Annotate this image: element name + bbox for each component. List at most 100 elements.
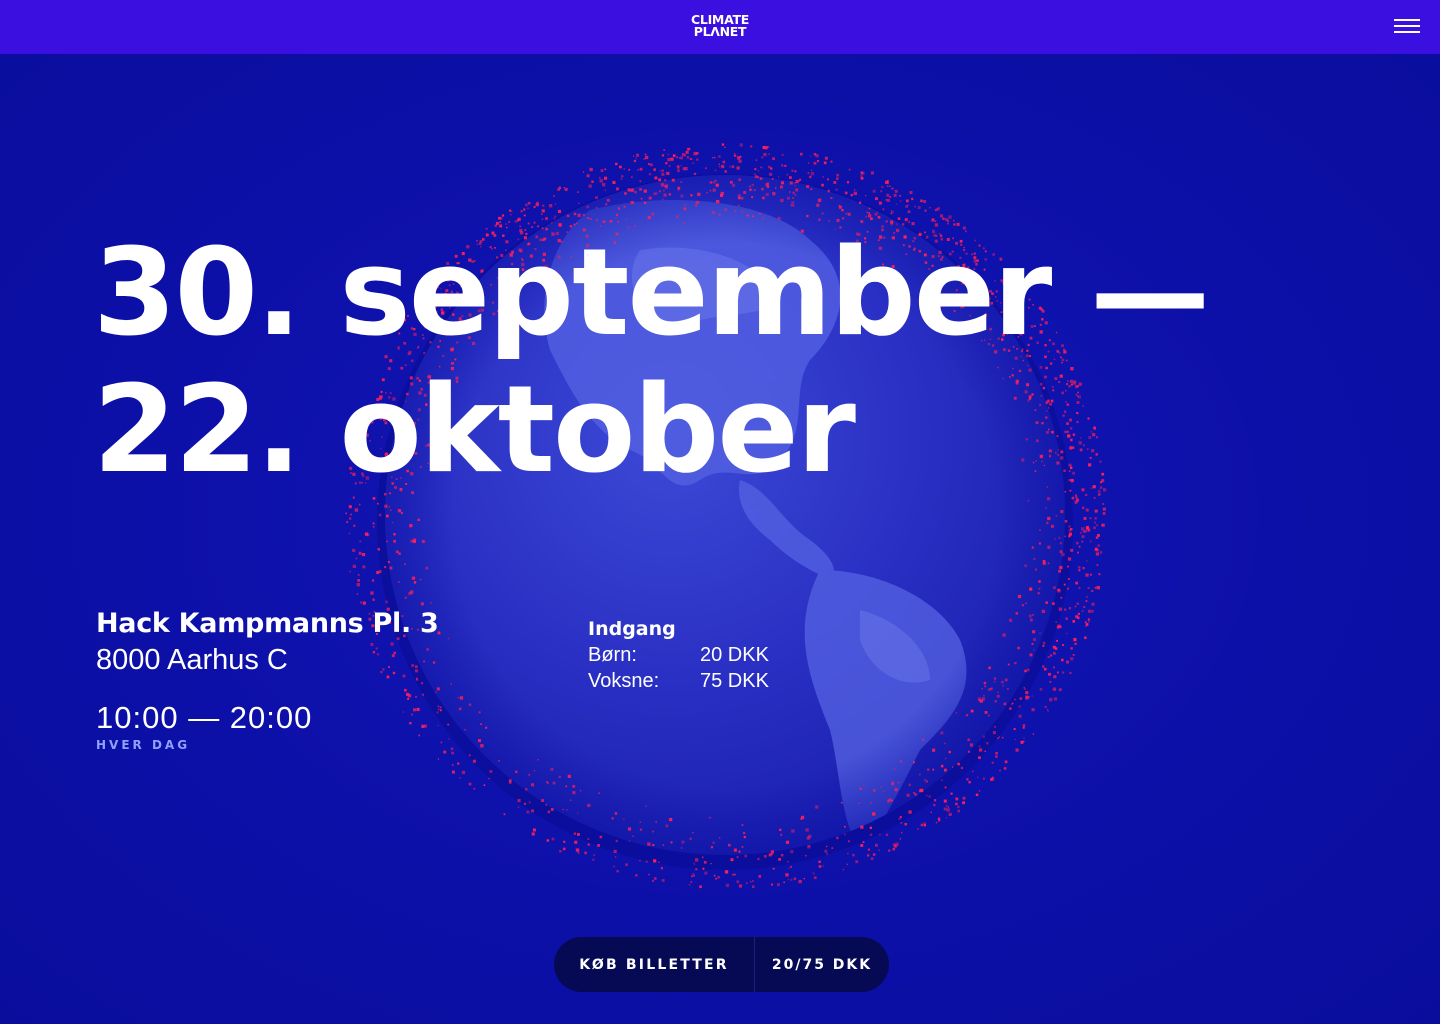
particle <box>882 208 885 211</box>
opening-hours-days: HVER DAG <box>96 738 191 752</box>
particle <box>1004 760 1008 764</box>
particle <box>508 781 512 784</box>
particle <box>499 221 502 223</box>
particle <box>803 878 805 880</box>
particle <box>840 801 843 804</box>
particle <box>942 217 945 220</box>
admission-row-adults: Voksne: 75 DKK <box>588 668 769 694</box>
particle <box>667 153 670 156</box>
particle <box>1047 516 1051 521</box>
particle <box>640 197 643 200</box>
climate-planet-logo[interactable]: CLIMATE PLΛNET <box>680 13 760 38</box>
particle <box>805 828 809 832</box>
particle <box>409 524 413 528</box>
particle <box>780 198 784 203</box>
particle <box>680 164 682 167</box>
particle <box>1083 605 1086 609</box>
particle <box>409 722 412 725</box>
particle <box>643 201 647 205</box>
particle <box>779 828 782 832</box>
particle <box>897 217 901 220</box>
particle <box>1033 557 1036 560</box>
particle <box>995 751 998 755</box>
particle <box>887 799 891 803</box>
particle <box>541 799 544 802</box>
particle <box>938 819 941 822</box>
particle <box>1017 646 1020 650</box>
particle <box>400 511 403 515</box>
particle <box>761 156 764 159</box>
particle <box>753 189 756 192</box>
particle <box>1018 714 1022 718</box>
particle <box>712 157 714 159</box>
particle <box>1062 644 1065 646</box>
particle <box>1070 548 1074 552</box>
particle <box>935 208 939 211</box>
particle <box>831 847 834 849</box>
particle <box>618 207 621 210</box>
particle <box>1060 625 1062 628</box>
particle <box>945 817 948 819</box>
particle <box>1085 623 1089 626</box>
particle <box>870 802 872 804</box>
particle <box>826 853 828 855</box>
particle <box>894 788 898 792</box>
particle <box>592 858 595 861</box>
particle <box>1060 596 1063 599</box>
particle <box>729 165 731 168</box>
particle <box>791 829 795 833</box>
particle <box>541 209 545 213</box>
particle <box>663 189 665 192</box>
particle <box>372 579 375 582</box>
particle <box>889 185 891 187</box>
particle <box>531 809 534 813</box>
particle <box>418 734 421 737</box>
particle <box>653 168 656 172</box>
particle <box>377 502 379 505</box>
particle <box>948 812 952 816</box>
particle <box>709 189 712 192</box>
particle <box>541 218 544 220</box>
particle <box>658 178 662 182</box>
particle <box>930 811 932 813</box>
particle <box>815 805 819 809</box>
particle <box>1024 688 1026 690</box>
particle <box>658 861 660 863</box>
particle <box>694 858 699 862</box>
particle <box>389 566 393 570</box>
particle <box>923 824 926 827</box>
particle <box>860 220 864 223</box>
particle <box>836 177 839 180</box>
particle <box>1094 549 1097 552</box>
particle <box>1096 586 1100 590</box>
particle <box>781 153 784 156</box>
particle <box>791 201 795 205</box>
particle <box>425 566 429 570</box>
particle <box>523 214 526 217</box>
particle <box>1047 545 1051 549</box>
particle <box>1087 618 1090 621</box>
particle <box>653 859 657 863</box>
particle <box>736 880 740 884</box>
particle <box>955 802 958 806</box>
particle <box>1045 601 1048 604</box>
particle <box>906 199 909 203</box>
particle <box>1086 525 1089 529</box>
particle <box>384 566 387 569</box>
particle <box>993 677 996 680</box>
particle <box>1076 541 1079 545</box>
hamburger-menu-icon[interactable] <box>1394 19 1420 35</box>
particle <box>685 151 687 153</box>
particle <box>557 209 561 213</box>
particle <box>1032 638 1037 642</box>
particle <box>587 838 590 840</box>
particle <box>909 191 913 194</box>
particle <box>946 808 950 812</box>
buy-tickets-button[interactable]: KØB BILLETTER 20/75 DKK <box>554 937 889 992</box>
particle <box>960 766 963 769</box>
particle <box>836 218 840 222</box>
particle <box>570 799 572 801</box>
particle <box>689 158 692 160</box>
particle <box>598 176 601 179</box>
particle <box>944 742 946 745</box>
